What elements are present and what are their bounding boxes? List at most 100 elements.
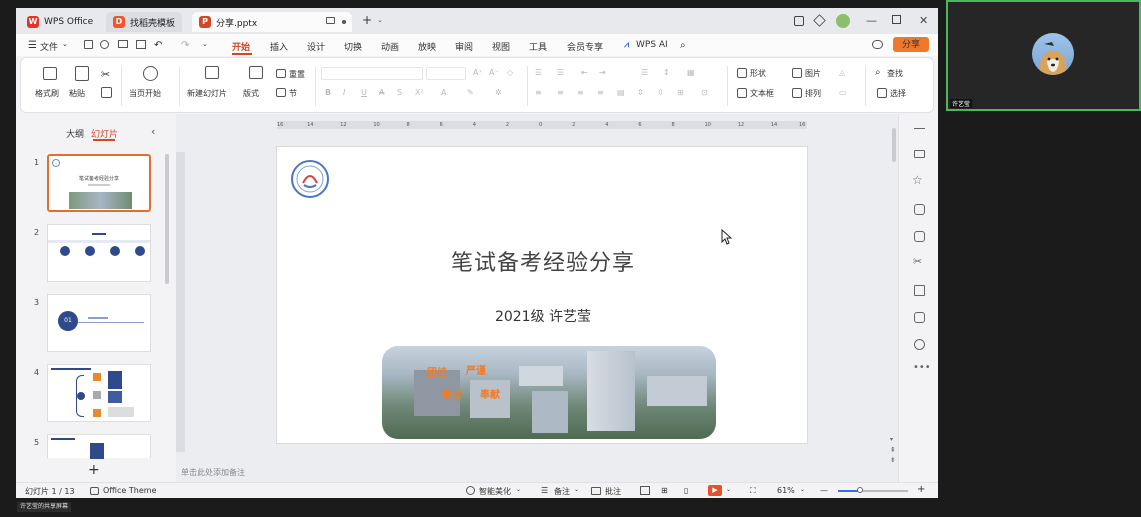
distribute-icon[interactable]: ▤ — [617, 88, 625, 97]
slide-thumbnail-4[interactable] — [47, 364, 151, 422]
shape-button[interactable]: 形状 — [750, 68, 766, 79]
print-icon[interactable] — [118, 40, 128, 48]
current-slide[interactable]: 笔试备考经验分享 2021级 许艺莹 团结 严谨 敬业 奉献 — [276, 146, 808, 444]
picture-tool-icon[interactable] — [914, 231, 925, 242]
vertical-align-icon[interactable]: ⇳ — [657, 88, 664, 97]
play-from-current-button[interactable]: 当页开始 — [129, 88, 161, 99]
restore-icon[interactable] — [892, 15, 901, 24]
menu-file[interactable]: 文件 — [40, 40, 58, 53]
menu-home[interactable]: 开始 — [232, 40, 250, 53]
play-slideshow-icon[interactable]: ▶ — [708, 485, 722, 496]
notes-placeholder[interactable]: 单击此处添加备注 — [176, 464, 898, 482]
slide-thumbnail-1[interactable]: 笔试备考经验分享 — [47, 154, 151, 212]
section-icon[interactable] — [276, 88, 286, 97]
shadow-icon[interactable]: S — [397, 88, 402, 97]
superscript-icon[interactable]: X² — [415, 88, 424, 97]
copy-style-icon[interactable] — [914, 204, 925, 215]
paste-button[interactable]: 粘贴 — [69, 88, 85, 99]
next-slide-icon[interactable]: ⇟ — [890, 456, 896, 464]
slide-subtitle[interactable]: 2021级 许艺莹 — [277, 306, 809, 326]
comments-button[interactable]: 批注 — [605, 486, 621, 497]
zoom-out-button[interactable]: — — [820, 486, 828, 495]
star-icon[interactable]: ☆ — [912, 173, 923, 187]
fit-window-icon[interactable]: ⛶ — [750, 486, 756, 496]
line-spacing-icon[interactable]: ☰ — [641, 68, 648, 77]
chevron-down-icon[interactable]: ⌄ — [800, 486, 805, 493]
thumb-scrollbar[interactable] — [165, 154, 169, 284]
monitor-icon[interactable] — [326, 17, 335, 24]
reset-icon[interactable] — [276, 69, 286, 78]
smart-beautify-button[interactable]: 智能美化 — [479, 486, 511, 497]
indent-icon[interactable]: ⇥ — [599, 68, 606, 77]
book-icon[interactable] — [914, 285, 925, 296]
box-icon[interactable] — [813, 14, 826, 27]
vertical-ruler[interactable] — [176, 152, 185, 452]
shape-icon[interactable] — [737, 68, 747, 78]
tools-icon[interactable]: ✂ — [913, 255, 922, 268]
chevron-down-icon[interactable]: ⌄ — [202, 40, 208, 48]
window-layout-icon[interactable] — [794, 16, 804, 26]
campus-banner-image[interactable]: 团结 严谨 敬业 奉献 — [382, 346, 716, 439]
share-button[interactable]: 分享 — [893, 37, 929, 52]
fill-icon[interactable]: ◬ — [839, 68, 845, 77]
underline-icon[interactable]: U — [361, 88, 367, 97]
menu-tools[interactable]: 工具 — [529, 40, 547, 53]
reading-view-icon[interactable]: ▯ — [684, 486, 688, 495]
convert-icon[interactable]: ⊡ — [701, 88, 708, 97]
chevron-down-icon[interactable]: ⌄ — [62, 40, 68, 48]
slide-thumbnail-5[interactable] — [47, 434, 151, 459]
char-spacing-icon[interactable]: ✲ — [495, 88, 502, 97]
layout-button[interactable]: 版式 — [243, 88, 259, 99]
format-painter-icon[interactable] — [43, 67, 57, 80]
increase-font-icon[interactable]: A⁺ — [473, 68, 483, 77]
align-left-icon[interactable]: ≡ — [535, 88, 542, 97]
more-icon[interactable]: ••• — [913, 362, 931, 373]
tab-outline[interactable]: 大纲 — [66, 127, 84, 140]
participant-video-tile[interactable]: 许艺莹 — [946, 0, 1141, 111]
reset-button[interactable]: 重置 — [289, 69, 305, 80]
columns-icon[interactable]: ▦ — [687, 68, 695, 77]
tab-docer[interactable]: D 找稻壳模板 — [106, 12, 183, 32]
cloud-icon[interactable] — [872, 40, 883, 49]
scroll-down-icon[interactable]: ▾ — [890, 436, 893, 443]
hamburger-icon[interactable]: ☰ — [28, 40, 37, 51]
outline-icon[interactable]: ▭ — [839, 88, 847, 97]
save-icon[interactable] — [84, 40, 93, 49]
wps-ai-icon[interactable]: ⩘ — [624, 40, 629, 50]
normal-view-icon[interactable] — [640, 486, 650, 495]
chevron-down-icon[interactable]: ⌄ — [726, 486, 731, 493]
arrange-icon[interactable] — [792, 88, 802, 98]
align-right-icon[interactable]: ≡ — [577, 88, 584, 97]
justify-icon[interactable]: ≡ — [597, 88, 604, 97]
smart-art-icon[interactable]: ⊞ — [677, 88, 684, 97]
find-button[interactable]: 查找 — [887, 68, 903, 79]
theme-name[interactable]: Office Theme — [103, 486, 157, 495]
close-icon[interactable]: ✕ — [919, 14, 928, 27]
undo-icon[interactable]: ↶ — [154, 40, 162, 51]
highlight-icon[interactable]: ✎ — [467, 88, 474, 97]
font-size-select[interactable] — [426, 67, 466, 80]
adjust-icon[interactable] — [914, 150, 925, 158]
text-direction-icon[interactable]: ↕ — [663, 68, 670, 77]
shirt-icon[interactable] — [914, 312, 925, 323]
export-pdf-icon[interactable] — [100, 40, 109, 49]
prev-slide-icon[interactable]: ⇞ — [890, 446, 896, 454]
font-color-icon[interactable]: A — [441, 88, 446, 97]
collapse-sidebar-icon[interactable] — [914, 128, 925, 129]
horizontal-ruler[interactable]: 16 14 12 10 8 6 4 2 0 2 4 6 8 10 12 14 16 — [277, 121, 807, 129]
select-button[interactable]: 选择 — [890, 88, 906, 99]
chevron-down-icon[interactable]: ⌄ — [377, 16, 383, 24]
chevron-down-icon[interactable]: ⌄ — [516, 486, 521, 493]
help-icon[interactable] — [914, 339, 925, 350]
picture-icon[interactable] — [792, 68, 802, 78]
new-tab-button[interactable]: + — [362, 13, 372, 27]
select-icon[interactable] — [877, 88, 887, 98]
bullet-list-icon[interactable]: ☰ — [535, 68, 542, 77]
notes-button[interactable]: 备注 — [554, 486, 570, 497]
menu-slideshow[interactable]: 放映 — [418, 40, 436, 53]
textbox-icon[interactable] — [737, 88, 747, 98]
para-spacing-icon[interactable]: ⇕ — [637, 88, 644, 97]
arrange-button[interactable]: 排列 — [805, 88, 821, 99]
sorter-view-icon[interactable]: ⊞ — [661, 486, 668, 495]
tab-share-pptx[interactable]: P 分享.pptx — [192, 12, 352, 32]
